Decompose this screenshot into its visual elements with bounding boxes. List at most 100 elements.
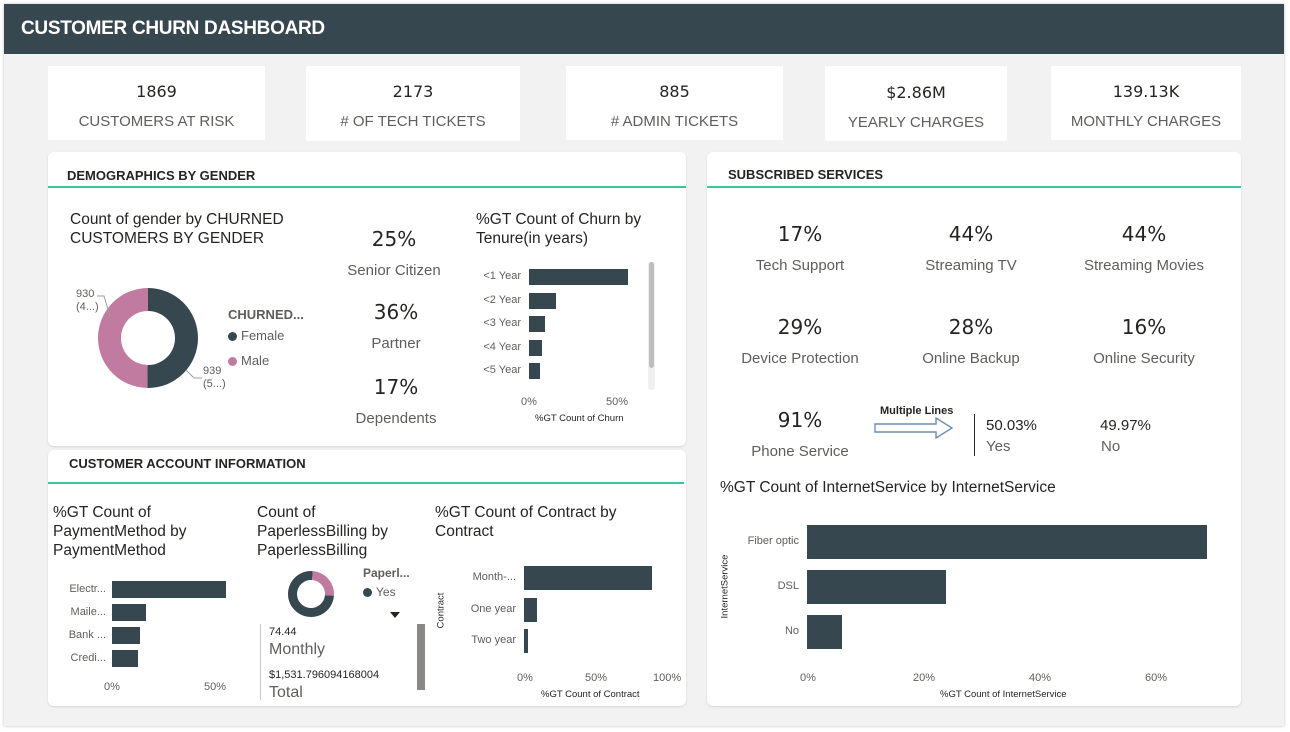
- bar[interactable]: [529, 339, 542, 356]
- legend-item-female[interactable]: Female: [228, 328, 304, 343]
- tenure-scrollbar-thumb[interactable]: [649, 262, 654, 368]
- total-label: Total: [269, 684, 303, 701]
- male-label-leader: [97, 295, 111, 317]
- multiple-lines-yes-value: 50.03%: [986, 417, 1037, 434]
- section-rule: [48, 482, 684, 484]
- bar[interactable]: [112, 627, 140, 644]
- bar[interactable]: [112, 581, 226, 598]
- payment-bar-chart[interactable]: Electr... Maile... Bank ... Credi...: [50, 578, 250, 673]
- device-protection-value: 29%: [777, 315, 823, 339]
- dependents-value: 17%: [373, 375, 419, 399]
- legend-title: CHURNED...: [228, 307, 304, 322]
- multiple-lines-label: Multiple Lines: [880, 405, 954, 417]
- paperless-scrollbar-thumb[interactable]: [417, 624, 425, 690]
- section-title-demographics: DEMOGRAPHICS BY GENDER: [67, 168, 256, 183]
- bar[interactable]: [807, 570, 947, 604]
- internet-y-axis-title: InternetService: [719, 554, 731, 619]
- section-title-account: CUSTOMER ACCOUNT INFORMATION: [69, 456, 306, 471]
- tenure-xtick-0: 0%: [521, 396, 537, 408]
- tech-support-value: 17%: [777, 222, 823, 246]
- phone-service-value: 91%: [777, 408, 823, 432]
- kpi-label: # ADMIN TICKETS: [610, 113, 739, 130]
- contract-chart-title: %GT Count of Contract by Contract: [435, 504, 617, 540]
- bar-category-label: <5 Year: [483, 364, 521, 376]
- bar[interactable]: [524, 597, 537, 622]
- internet-xtick-40: 40%: [1029, 672, 1052, 684]
- kpi-label: MONTHLY CHARGES: [1070, 113, 1222, 130]
- contract-y-axis-title: Contract: [435, 592, 447, 629]
- bar-category-label: <2 Year: [483, 293, 521, 306]
- total-value: $1,531.796094168004: [269, 669, 380, 681]
- streaming-tv-label: Streaming TV: [925, 257, 1017, 274]
- legend-item-male[interactable]: Male: [228, 353, 304, 368]
- contract-bar-chart[interactable]: Month-... One year Two year: [455, 560, 675, 660]
- bar-category-label: DSL: [777, 580, 799, 592]
- device-protection-label: Device Protection: [741, 350, 859, 367]
- bar-category-label: Credi...: [70, 651, 106, 664]
- multiple-lines-no-label: No: [1101, 438, 1121, 455]
- bar[interactable]: [529, 269, 628, 285]
- bar-category-label: No: [784, 625, 799, 637]
- multiple-lines-divider: [974, 414, 975, 456]
- bar[interactable]: [529, 292, 556, 309]
- internet-bar-chart[interactable]: Fiber optic DSL No: [730, 515, 1230, 665]
- multiple-lines-yes-label: Yes: [986, 438, 1011, 455]
- internet-xtick-60: 60%: [1145, 672, 1168, 684]
- bar-category-label: Electr...: [69, 582, 106, 595]
- tech-support-label: Tech Support: [755, 257, 845, 274]
- kpi-tech-tickets[interactable]: 2173 # OF TECH TICKETS: [306, 66, 520, 141]
- bar-category-label: Two year: [471, 634, 516, 646]
- bar[interactable]: [807, 525, 1208, 559]
- bar-category-label: Bank ...: [68, 628, 106, 641]
- paperless-legend: Paperl... Yes: [363, 566, 410, 599]
- internet-xtick-0: 0%: [800, 672, 816, 684]
- internet-chart-title: %GT Count of InternetService by Internet…: [720, 479, 1056, 496]
- donut-slice-no[interactable]: [312, 571, 334, 596]
- monthly-value: 74.44: [269, 626, 297, 638]
- kpi-value: 885: [659, 82, 690, 101]
- chevron-down-icon[interactable]: [389, 611, 401, 619]
- online-backup-label: Online Backup: [922, 350, 1020, 367]
- contract-xtick-50: 50%: [585, 672, 608, 684]
- bar[interactable]: [524, 629, 529, 653]
- payment-chart-title: %GT Count of PaymentMethod by PaymentMet…: [53, 504, 187, 559]
- bar-category-label: <4 Year: [483, 340, 521, 353]
- bar[interactable]: [112, 650, 138, 667]
- bar[interactable]: [807, 615, 842, 649]
- kpi-label: # OF TECH TICKETS: [340, 113, 486, 130]
- kpi-yearly-charges[interactable]: $2.86M YEARLY CHARGES: [825, 66, 1007, 141]
- kpi-value: 2173: [392, 82, 434, 101]
- gender-legend: CHURNED... Female Male: [228, 307, 304, 368]
- online-security-value: 16%: [1121, 315, 1167, 339]
- streaming-movies-value: 44%: [1121, 222, 1167, 246]
- page-title: CUSTOMER CHURN DASHBOARD: [21, 18, 325, 39]
- section-rule: [707, 186, 1241, 188]
- contract-x-axis-title: %GT Count of Contract: [541, 689, 640, 700]
- legend-title: Paperl...: [363, 566, 410, 580]
- dashboard-header: CUSTOMER CHURN DASHBOARD: [4, 4, 1284, 54]
- female-label-leader: [185, 369, 202, 379]
- paperless-donut-chart[interactable]: [286, 569, 336, 619]
- partner-value: 36%: [373, 300, 419, 324]
- streaming-movies-label: Streaming Movies: [1083, 257, 1205, 274]
- phone-service-label: Phone Service: [751, 443, 849, 460]
- legend-item-yes[interactable]: Yes: [363, 585, 410, 599]
- multiple-lines-no-value: 49.97%: [1100, 417, 1151, 434]
- kpi-admin-tickets[interactable]: 885 # ADMIN TICKETS: [566, 66, 783, 140]
- bar[interactable]: [529, 316, 546, 332]
- paperless-card-divider: [260, 624, 261, 700]
- tenure-x-axis-title: %GT Count of Churn: [535, 413, 624, 424]
- bar[interactable]: [524, 566, 653, 590]
- arrow-right-icon: [874, 417, 954, 439]
- dependents-label: Dependents: [355, 410, 437, 427]
- contract-xtick-100: 100%: [653, 672, 682, 684]
- kpi-monthly-charges[interactable]: 139.13K MONTHLY CHARGES: [1051, 66, 1241, 140]
- bar[interactable]: [529, 363, 540, 379]
- kpi-label: CUSTOMERS AT RISK: [78, 113, 235, 130]
- kpi-customers-at-risk[interactable]: 1869 CUSTOMERS AT RISK: [48, 66, 265, 140]
- bar[interactable]: [112, 604, 146, 621]
- kpi-value: 1869: [136, 82, 177, 101]
- internet-x-axis-title: %GT Count of InternetService: [940, 689, 1067, 700]
- bar-category-label: One year: [470, 602, 516, 615]
- gender-chart-title: Count of gender by CHURNED CUSTOMERS BY …: [70, 211, 284, 247]
